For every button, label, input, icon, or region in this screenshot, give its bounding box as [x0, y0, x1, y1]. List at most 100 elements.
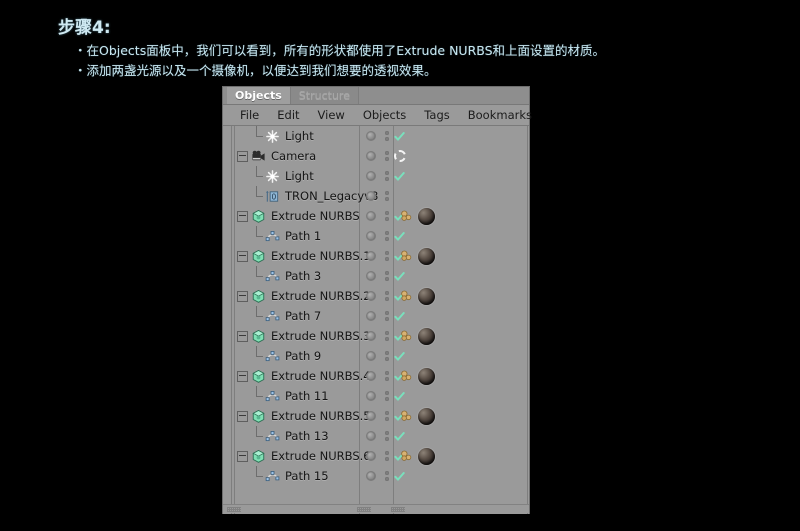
editor-visibility-dot-icon[interactable]	[385, 271, 389, 275]
visibility-editor-render-dots[interactable]	[385, 211, 389, 221]
editor-visibility-dot-icon[interactable]	[385, 231, 389, 235]
visibility-dot-icon[interactable]	[366, 271, 376, 281]
visibility-editor-render-dots[interactable]	[385, 311, 389, 321]
extrude-icon[interactable]	[251, 329, 266, 344]
visibility-editor-render-dots[interactable]	[385, 371, 389, 381]
uv-tag[interactable]	[399, 289, 416, 303]
render-visibility-dot-icon[interactable]	[385, 357, 389, 361]
menu-item-tags[interactable]: Tags	[415, 105, 458, 125]
extrude-icon[interactable]	[251, 449, 266, 464]
expander-collapse-icon[interactable]	[237, 290, 248, 302]
render-visibility-dot-icon[interactable]	[385, 277, 389, 281]
visibility-editor-render-dots[interactable]	[385, 351, 389, 361]
expander-collapse-icon[interactable]	[237, 250, 248, 262]
expander-collapse-icon[interactable]	[237, 330, 248, 342]
editor-visibility-dot-icon[interactable]	[385, 211, 389, 215]
extrude-icon[interactable]	[251, 209, 266, 224]
object-tree-row[interactable]: Path 1	[223, 226, 529, 246]
visibility-dot-icon[interactable]	[366, 391, 376, 401]
object-tree[interactable]: Light Camera Light 0 TRON_Legacyv8 Extrude NU…	[223, 126, 529, 514]
visibility-dot-icon[interactable]	[366, 351, 376, 361]
tab-objects[interactable]: Objects	[227, 87, 291, 104]
object-tree-row[interactable]: Extrude NURBS.4	[223, 366, 529, 386]
object-tree-row[interactable]: Path 11	[223, 386, 529, 406]
light-icon[interactable]	[265, 169, 280, 184]
object-tree-row[interactable]: Path 7	[223, 306, 529, 326]
spline-icon[interactable]	[265, 309, 280, 324]
visibility-dot-icon[interactable]	[366, 151, 376, 161]
scroll-grip-icon[interactable]	[227, 507, 241, 512]
visibility-dot-icon[interactable]	[366, 311, 376, 321]
expander-collapse-icon[interactable]	[237, 370, 248, 382]
enabled-check-icon[interactable]	[394, 351, 405, 362]
enabled-check-icon[interactable]	[394, 131, 405, 142]
enabled-check-icon[interactable]	[394, 271, 405, 282]
enabled-check-icon[interactable]	[394, 311, 405, 322]
menu-item-objects[interactable]: Objects	[354, 105, 415, 125]
object-tree-row[interactable]: Path 3	[223, 266, 529, 286]
editor-visibility-dot-icon[interactable]	[385, 151, 389, 155]
visibility-editor-render-dots[interactable]	[385, 471, 389, 481]
render-visibility-dot-icon[interactable]	[385, 317, 389, 321]
spline-icon[interactable]	[265, 229, 280, 244]
visibility-dot-icon[interactable]	[366, 471, 376, 481]
scroll-grip-icon[interactable]	[357, 507, 371, 512]
visibility-dot-icon[interactable]	[366, 431, 376, 441]
spline-icon[interactable]	[265, 429, 280, 444]
object-tree-row[interactable]: Extrude NURBS.5	[223, 406, 529, 426]
scroll-grip-icon[interactable]	[391, 507, 405, 512]
visibility-editor-render-dots[interactable]	[385, 251, 389, 261]
object-tree-row[interactable]: Extrude NURBS.6	[223, 446, 529, 466]
spline-icon[interactable]	[265, 469, 280, 484]
render-visibility-dot-icon[interactable]	[385, 177, 389, 181]
material-tag[interactable]	[418, 247, 435, 265]
render-visibility-dot-icon[interactable]	[385, 417, 389, 421]
visibility-editor-render-dots[interactable]	[385, 331, 389, 341]
material-tag[interactable]	[418, 287, 435, 305]
visibility-editor-render-dots[interactable]	[385, 231, 389, 241]
visibility-dot-icon[interactable]	[366, 171, 376, 181]
enabled-check-icon[interactable]	[394, 171, 405, 182]
editor-visibility-dot-icon[interactable]	[385, 411, 389, 415]
spline-icon[interactable]	[265, 349, 280, 364]
object-tree-row[interactable]: Light	[223, 126, 529, 146]
visibility-editor-render-dots[interactable]	[385, 131, 389, 141]
visibility-dot-icon[interactable]	[366, 291, 376, 301]
material-tag[interactable]	[418, 367, 435, 385]
render-visibility-dot-icon[interactable]	[385, 437, 389, 441]
menu-item-edit[interactable]: Edit	[268, 105, 308, 125]
visibility-dot-icon[interactable]	[366, 451, 376, 461]
render-visibility-dot-icon[interactable]	[385, 457, 389, 461]
render-visibility-dot-icon[interactable]	[385, 137, 389, 141]
light-icon[interactable]	[265, 129, 280, 144]
text-icon[interactable]: 0	[265, 189, 280, 204]
enabled-check-icon[interactable]	[394, 391, 405, 402]
render-visibility-dot-icon[interactable]	[385, 377, 389, 381]
visibility-editor-render-dots[interactable]	[385, 171, 389, 181]
visibility-dot-icon[interactable]	[366, 251, 376, 261]
object-tree-row[interactable]: Extrude NURBS.2	[223, 286, 529, 306]
editor-visibility-dot-icon[interactable]	[385, 451, 389, 455]
menu-item-view[interactable]: View	[309, 105, 354, 125]
material-tag[interactable]	[418, 407, 435, 425]
tab-structure[interactable]: Structure	[290, 87, 359, 104]
object-tree-row[interactable]: Light	[223, 166, 529, 186]
visibility-dot-icon[interactable]	[366, 191, 376, 201]
object-tree-row[interactable]: Path 13	[223, 426, 529, 446]
editor-visibility-dot-icon[interactable]	[385, 131, 389, 135]
uv-tag[interactable]	[399, 249, 416, 263]
render-visibility-dot-icon[interactable]	[385, 157, 389, 161]
uv-tag[interactable]	[399, 329, 416, 343]
render-visibility-dot-icon[interactable]	[385, 257, 389, 261]
visibility-editor-render-dots[interactable]	[385, 271, 389, 281]
visibility-dot-icon[interactable]	[366, 131, 376, 141]
object-tree-row[interactable]: Path 15	[223, 466, 529, 486]
editor-visibility-dot-icon[interactable]	[385, 371, 389, 375]
visibility-dot-icon[interactable]	[366, 231, 376, 241]
visibility-editor-render-dots[interactable]	[385, 431, 389, 441]
editor-visibility-dot-icon[interactable]	[385, 191, 389, 195]
uv-tag[interactable]	[399, 369, 416, 383]
extrude-icon[interactable]	[251, 409, 266, 424]
editor-visibility-dot-icon[interactable]	[385, 251, 389, 255]
material-tag[interactable]	[418, 327, 435, 345]
